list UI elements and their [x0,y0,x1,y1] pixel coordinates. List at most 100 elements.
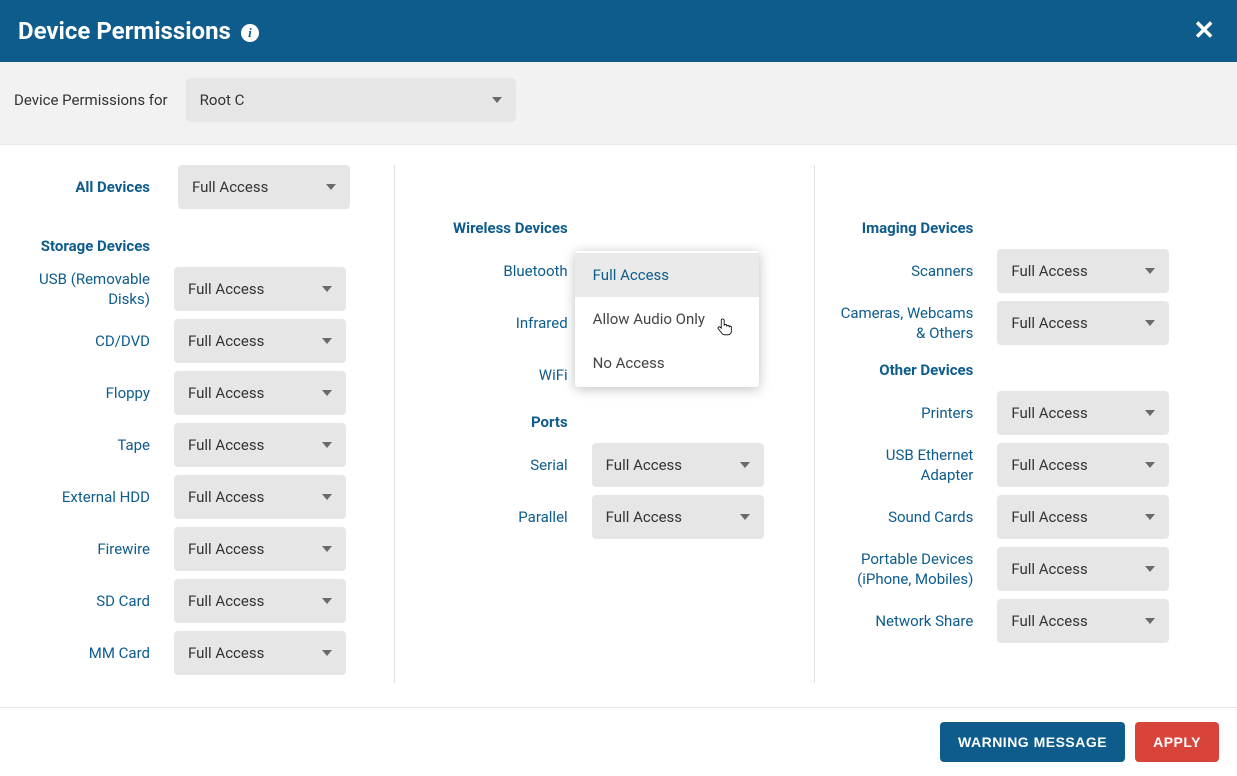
chevron-down-icon [322,494,332,500]
row-scanners: Scanners Full Access [833,249,1217,293]
section-storage-title: Storage Devices [0,237,150,255]
networkshare-value: Full Access [1011,612,1087,630]
col-right: Imaging Devices Scanners Full Access Cam… [815,165,1237,683]
printers-select[interactable]: Full Access [997,391,1169,435]
exthdd-value: Full Access [188,488,264,506]
printers-value: Full Access [1011,404,1087,422]
row-portable: Portable Devices (iPhone, Mobiles) Full … [833,547,1217,591]
scope-label: Device Permissions for [14,91,168,109]
row-soundcards: Sound Cards Full Access [833,495,1217,539]
warning-message-button[interactable]: WARNING MESSAGE [940,722,1125,762]
sdcard-value: Full Access [188,592,264,610]
floppy-select[interactable]: Full Access [174,371,346,415]
firewire-select[interactable]: Full Access [174,527,346,571]
section-other-title: Other Devices [833,361,973,379]
exthdd-select[interactable]: Full Access [174,475,346,519]
all-devices-value: Full Access [192,178,268,196]
floppy-value: Full Access [188,384,264,402]
chevron-down-icon [740,462,750,468]
chevron-down-icon [326,184,336,190]
row-external-hdd: External HDD Full Access [0,475,384,519]
row-networkshare: Network Share Full Access [833,599,1217,643]
networkshare-select[interactable]: Full Access [997,599,1169,643]
scanners-value: Full Access [1011,262,1087,280]
cameras-label: Cameras, Webcams & Others [833,303,973,344]
portable-select[interactable]: Full Access [997,547,1169,591]
bluetooth-option-allow-audio-only[interactable]: Allow Audio Only [575,297,759,341]
scope-select-value: Root C [200,91,245,109]
bluetooth-option-no-access[interactable]: No Access [575,341,759,385]
title-text: Device Permissions [18,17,231,45]
parallel-select[interactable]: Full Access [592,495,764,539]
tape-label: Tape [0,435,150,455]
chevron-down-icon [492,97,502,103]
firewire-label: Firewire [0,539,150,559]
scope-bar: Device Permissions for Root C [0,62,1237,145]
printers-label: Printers [833,403,973,423]
soundcards-value: Full Access [1011,508,1087,526]
close-icon[interactable]: ✕ [1189,16,1219,46]
soundcards-label: Sound Cards [833,507,973,527]
exthdd-label: External HDD [0,487,150,507]
chevron-down-icon [322,598,332,604]
col-left: All Devices Full Access Storage Devices … [0,165,394,683]
permissions-content: All Devices Full Access Storage Devices … [0,145,1237,707]
usb-label: USB (Removable Disks) [0,269,150,310]
chevron-down-icon [322,390,332,396]
info-icon[interactable]: i [241,24,259,42]
mmcard-value: Full Access [188,644,264,662]
wifi-label: WiFi [413,365,568,385]
bluetooth-dropdown[interactable]: Full Access Allow Audio Only No Access [575,251,759,387]
row-serial: Serial Full Access [413,443,797,487]
apply-button[interactable]: APPLY [1135,722,1219,762]
row-all-devices: All Devices Full Access [0,165,384,209]
row-sdcard: SD Card Full Access [0,579,384,623]
chevron-down-icon [322,286,332,292]
cameras-select[interactable]: Full Access [997,301,1169,345]
cddvd-label: CD/DVD [0,331,150,351]
sdcard-label: SD Card [0,591,150,611]
chevron-down-icon [322,546,332,552]
infrared-label: Infrared [413,313,568,333]
serial-label: Serial [413,455,568,475]
cddvd-select[interactable]: Full Access [174,319,346,363]
serial-value: Full Access [606,456,682,474]
floppy-label: Floppy [0,383,150,403]
mmcard-label: MM Card [0,643,150,663]
chevron-down-icon [1145,462,1155,468]
chevron-down-icon [1145,618,1155,624]
usbeth-label: USB Ethernet Adapter [833,445,973,486]
chevron-down-icon [1145,320,1155,326]
mmcard-select[interactable]: Full Access [174,631,346,675]
usbeth-select[interactable]: Full Access [997,443,1169,487]
row-cameras: Cameras, Webcams & Others Full Access [833,301,1217,345]
row-usb: USB (Removable Disks) Full Access [0,267,384,311]
row-floppy: Floppy Full Access [0,371,384,415]
scanners-select[interactable]: Full Access [997,249,1169,293]
sdcard-select[interactable]: Full Access [174,579,346,623]
usb-select[interactable]: Full Access [174,267,346,311]
chevron-down-icon [1145,514,1155,520]
chevron-down-icon [740,514,750,520]
page-title: Device Permissions i [18,17,259,45]
chevron-down-icon [322,442,332,448]
dialog-header: Device Permissions i ✕ [0,0,1237,62]
serial-select[interactable]: Full Access [592,443,764,487]
parallel-value: Full Access [606,508,682,526]
soundcards-select[interactable]: Full Access [997,495,1169,539]
networkshare-label: Network Share [833,611,973,631]
all-devices-select[interactable]: Full Access [178,165,350,209]
row-parallel: Parallel Full Access [413,495,797,539]
dialog-footer: WARNING MESSAGE APPLY [0,707,1237,776]
col-middle: Wireless Devices Bluetooth Infrared WiFi… [394,165,816,683]
row-mmcard: MM Card Full Access [0,631,384,675]
row-tape: Tape Full Access [0,423,384,467]
bluetooth-option-full-access[interactable]: Full Access [575,253,759,297]
cddvd-value: Full Access [188,332,264,350]
tape-select[interactable]: Full Access [174,423,346,467]
usbeth-value: Full Access [1011,456,1087,474]
chevron-down-icon [322,338,332,344]
scope-select[interactable]: Root C [186,78,516,122]
portable-label: Portable Devices (iPhone, Mobiles) [833,549,973,590]
row-firewire: Firewire Full Access [0,527,384,571]
